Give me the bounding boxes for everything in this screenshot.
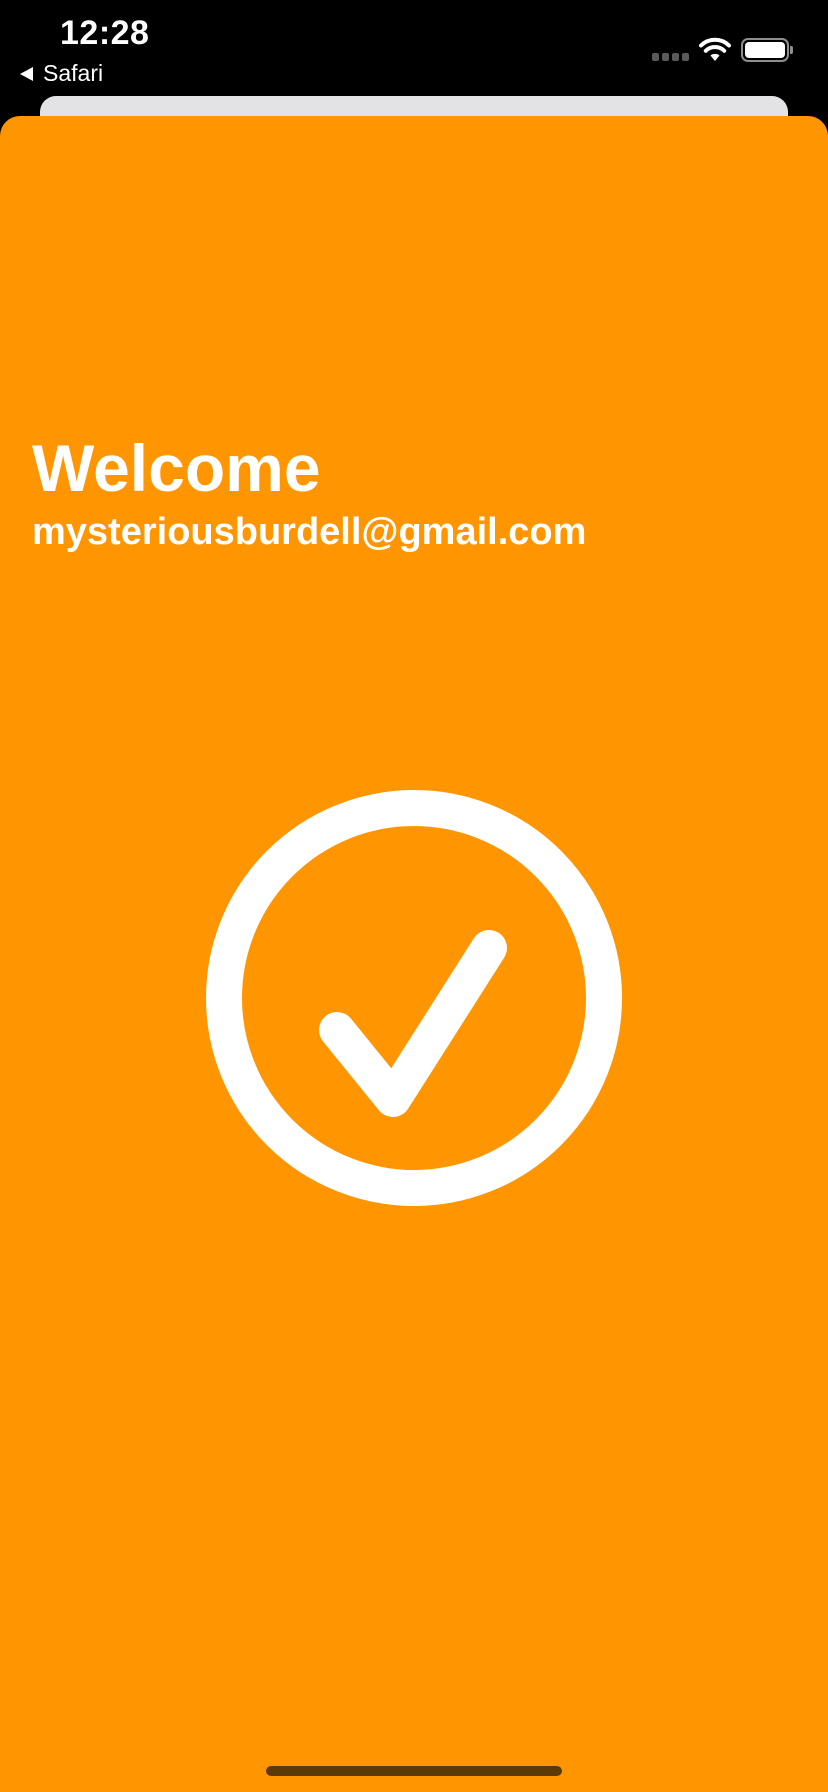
wifi-icon: [699, 37, 731, 61]
back-to-app-button[interactable]: Safari: [20, 60, 103, 87]
back-app-label: Safari: [43, 60, 104, 86]
welcome-sheet: Welcome mysteriousburdell@gmail.com: [0, 116, 828, 1792]
screen: 12:28 Safari Welcome mysteriousburdell@g…: [0, 0, 828, 1792]
status-time: 12:28: [60, 14, 150, 52]
status-bar: 12:28 Safari: [0, 0, 828, 96]
cellular-signal-icon: [652, 53, 689, 61]
back-arrow-icon: [20, 66, 33, 81]
battery-icon: [741, 38, 793, 62]
checkmark-circle-icon: [206, 790, 622, 1206]
home-indicator[interactable]: [266, 1766, 562, 1776]
user-email: mysteriousburdell@gmail.com: [32, 511, 587, 553]
welcome-title: Welcome: [32, 431, 321, 505]
